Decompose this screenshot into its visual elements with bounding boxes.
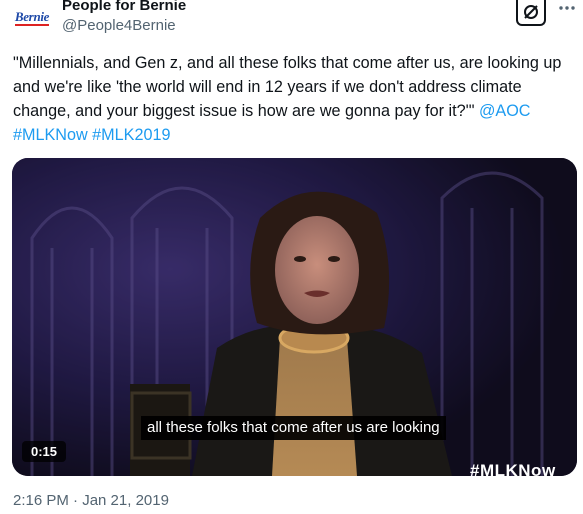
grok-icon (524, 5, 538, 19)
avatar[interactable]: Bernie (12, 4, 52, 32)
more-button[interactable] (556, 0, 578, 18)
hashtag-link-mlknow[interactable]: #MLKNow (13, 126, 88, 144)
video-watermark: #MLKNow (470, 461, 556, 476)
more-horizontal-icon (559, 6, 575, 10)
avatar-logo-text: Bernie (14, 9, 50, 26)
tweet-text: "Millennials, and Gen z, and all these f… (13, 51, 578, 147)
author-handle[interactable]: @People4Bernie (62, 17, 176, 34)
video-player[interactable]: all these folks that come after us are l… (12, 158, 577, 476)
grok-button[interactable] (516, 0, 546, 26)
author-name[interactable]: People for Bernie (62, 0, 186, 14)
video-duration-badge: 0:15 (22, 441, 67, 462)
hashtag-link-mlk2019[interactable]: #MLK2019 (92, 126, 170, 144)
video-subtitle: all these folks that come after us are l… (141, 416, 446, 440)
tweet-timestamp[interactable]: 2:16 PM · Jan 21, 2019 (13, 492, 169, 509)
mention-link[interactable]: @AOC (479, 102, 531, 120)
